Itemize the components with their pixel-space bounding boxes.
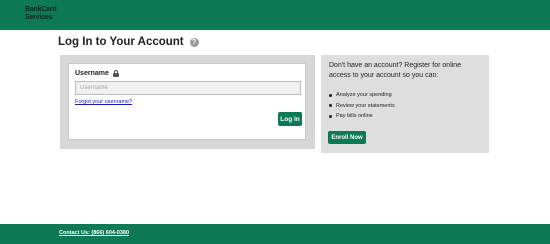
lock-icon [112,70,119,77]
bankcard-services-logo[interactable]: BankCard Services [25,6,65,21]
benefit-label: Review your statements [336,102,395,109]
benefit-item: Analyze your spending [329,90,395,101]
forgot-username-link[interactable]: Forgot your username? [75,99,132,105]
bullet-icon [329,114,332,118]
enroll-now-button[interactable]: Enroll Now [328,131,366,144]
log-in-button[interactable]: Log In [278,112,302,126]
title-row: Log In to Your Account ? [58,36,199,48]
username-label-row: Username [75,70,119,77]
contact-us-link[interactable]: Contact Us: (866) 604-0380 [59,230,129,236]
bullet-icon [329,104,332,108]
help-icon[interactable]: ? [189,37,199,47]
site-footer: Contact Us: (866) 604-0380 [0,224,550,244]
register-panel: Don't have an account? Register for onli… [321,55,489,153]
page-title: Log In to Your Account [58,36,184,48]
register-text: Don't have an account? Register for onli… [329,62,462,79]
page: BankCard Services Log In to Your Account… [0,0,550,244]
benefit-label: Pay bills online [336,113,373,119]
username-input[interactable] [75,81,301,95]
benefits-list: Analyze your spending Review your statem… [329,90,395,122]
site-header: BankCard Services [0,0,550,30]
benefit-item: Review your statements [329,101,395,112]
logo-line-1: BankCard [25,6,57,13]
benefit-item: Pay bills online [329,111,395,122]
username-label: Username [75,70,109,77]
bullet-icon [329,93,332,97]
logo-line-2: Services [25,13,53,21]
benefit-label: Analyze your spending [336,92,392,98]
login-form: Username Forgot your username? Log In [68,63,306,140]
